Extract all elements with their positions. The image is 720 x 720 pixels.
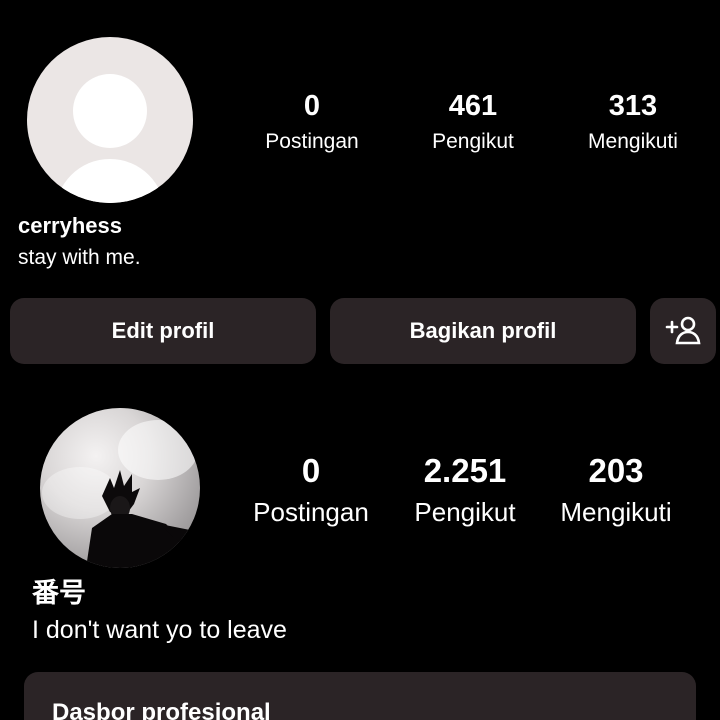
screen: 0 Postingan 461 Pengikut 313 Mengikuti c… bbox=[0, 0, 720, 720]
posts-label: Postingan bbox=[265, 130, 359, 153]
followers-stat[interactable]: 2.251 Pengikut bbox=[390, 452, 540, 528]
username: 番号 bbox=[32, 578, 86, 608]
following-stat[interactable]: 203 Mengikuti bbox=[541, 452, 691, 528]
posts-stat[interactable]: 0 Postingan bbox=[242, 89, 382, 156]
following-label: Mengikuti bbox=[560, 497, 672, 527]
followers-count: 2.251 bbox=[423, 452, 507, 489]
following-stat[interactable]: 313 Mengikuti bbox=[563, 89, 703, 156]
dashboard-title: Dasbor profesional bbox=[52, 699, 271, 720]
add-person-icon bbox=[663, 311, 703, 351]
profile-avatar[interactable] bbox=[27, 37, 193, 203]
followers-label: Pengikut bbox=[414, 497, 516, 527]
posts-count: 0 bbox=[301, 452, 321, 489]
following-count: 203 bbox=[588, 452, 644, 489]
posts-count: 0 bbox=[303, 90, 321, 122]
following-count: 313 bbox=[608, 90, 658, 122]
followers-stat[interactable]: 461 Pengikut bbox=[403, 89, 543, 156]
posts-stat[interactable]: 0 Postingan bbox=[236, 452, 386, 528]
following-label: Mengikuti bbox=[588, 130, 678, 153]
discover-people-button[interactable] bbox=[650, 298, 716, 364]
profile-photo[interactable] bbox=[40, 408, 200, 568]
bio: I don't want yo to leave bbox=[32, 616, 287, 644]
edit-profile-button[interactable]: Edit profil bbox=[10, 298, 316, 364]
followers-count: 461 bbox=[448, 90, 498, 122]
followers-label: Pengikut bbox=[432, 130, 514, 153]
bio: stay with me. bbox=[18, 246, 141, 269]
username: cerryhess bbox=[18, 213, 122, 238]
default-avatar-body bbox=[55, 159, 165, 203]
posts-label: Postingan bbox=[253, 497, 369, 527]
default-avatar-head bbox=[73, 74, 147, 148]
share-profile-button[interactable]: Bagikan profil bbox=[330, 298, 636, 364]
professional-dashboard-card[interactable]: Dasbor profesional bbox=[24, 672, 696, 720]
